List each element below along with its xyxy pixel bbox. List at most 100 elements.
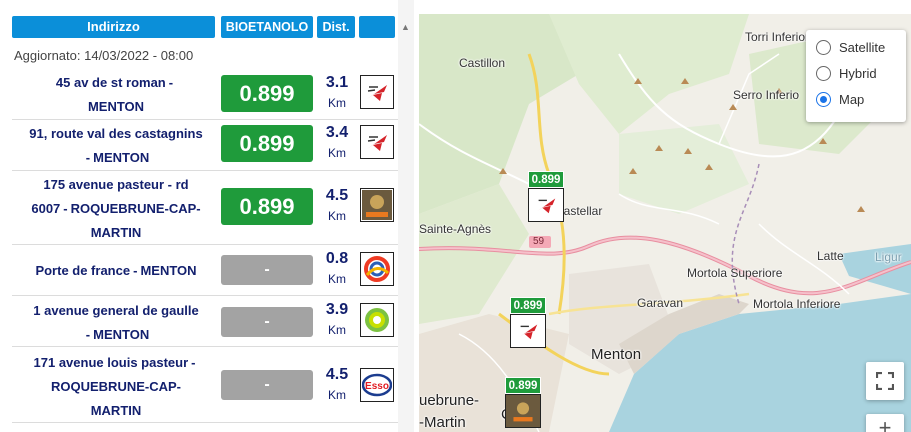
address-separator: - [191, 355, 196, 370]
address-column-header[interactable]: Indirizzo [12, 16, 215, 38]
price-badge: 0.899 [221, 75, 313, 112]
address-line: 91, route val des castagnins [29, 126, 203, 141]
distance: 4.5 Km [318, 365, 356, 405]
station-list: Indirizzo BIOETANOLO Dist. Aggiornato: 1… [0, 0, 398, 432]
map-label: Garavan [637, 296, 684, 310]
map-type-hybrid[interactable]: Hybrid [816, 66, 877, 81]
map-type-label: Satellite [839, 40, 886, 55]
fullscreen-icon [876, 372, 894, 390]
distance: 3.1 Km [318, 73, 356, 113]
address-line: 1 avenue general de gaulle [33, 303, 199, 318]
distance-value: 0.8 [325, 250, 349, 267]
map-type-selector: Satellite Hybrid Map [806, 30, 906, 122]
map-label: -Martin [419, 414, 466, 431]
station-row[interactable]: 45 av de st roman - MENTON 0.899 3.1 Km [12, 70, 398, 120]
distance-value: 4.5 [325, 366, 349, 383]
address-city: MENTON [93, 327, 150, 342]
red-flame-icon [528, 188, 564, 222]
last-updated-text: Aggiornato: 14/03/2022 - 08:00 [14, 48, 194, 63]
map-type-satellite[interactable]: Satellite [816, 40, 885, 55]
address-city: MENTON [140, 263, 197, 278]
price-badge: 0.899 [221, 188, 313, 225]
radio-button[interactable] [816, 40, 831, 55]
address-city: MENTON [87, 99, 145, 114]
address-line: 175 avenue pasteur - rd [43, 177, 189, 192]
map-label: Ligur [875, 250, 902, 264]
map-type-map[interactable]: Map [816, 92, 864, 107]
distance-value: 3.1 [325, 74, 349, 91]
distance-unit: Km [328, 323, 346, 337]
total-access-icon [505, 394, 541, 428]
price-badge: - [221, 370, 313, 400]
brand-column-header[interactable] [359, 16, 395, 38]
distance-column-header[interactable]: Dist. [317, 16, 355, 38]
address-city: ROQUEBRUNE-CAP- [51, 379, 181, 394]
address-line-2: 6007 [31, 201, 61, 216]
marker-price: 0.899 [505, 377, 541, 394]
distance-value: 3.4 [325, 124, 349, 141]
esso-icon: Esso [360, 368, 394, 402]
radio-button[interactable] [816, 66, 831, 81]
road-number: 59 [533, 236, 545, 247]
bp-icon [360, 303, 394, 337]
map-type-label: Hybrid [839, 66, 877, 81]
address-city-2: MARTIN [90, 403, 142, 418]
map-station-marker[interactable]: 0.899 [505, 377, 543, 428]
station-address: 91, route val des castagnins - MENTON [12, 122, 220, 170]
price-badge: 0.899 [221, 125, 313, 162]
marker-price: 0.899 [510, 297, 546, 314]
scroll-up-arrow-icon[interactable]: ▲ [401, 22, 410, 32]
station-address: Porte de france - MENTON [12, 259, 220, 283]
fuel-column-header[interactable]: BIOETANOLO [221, 16, 313, 38]
station-row[interactable]: Porte de france - MENTON - 0.8 Km [12, 246, 398, 296]
distance-value: 4.5 [325, 187, 349, 204]
red-flame-icon [360, 75, 394, 109]
distance: 0.8 Km [318, 249, 356, 289]
distance-unit: Km [328, 209, 346, 223]
address-separator: - [168, 75, 174, 90]
map-label: Mortola Superiore [687, 266, 783, 280]
address-separator: - [63, 201, 68, 216]
distance: 3.4 Km [318, 123, 356, 163]
map-station-marker[interactable]: 0.899 [528, 171, 566, 222]
totalenergies-icon [360, 252, 394, 286]
distance: 4.5 Km [318, 186, 356, 226]
map-label: uebrune- [419, 392, 480, 409]
station-row[interactable]: 175 avenue pasteur - rd 6007- ROQUEBRUNE-… [12, 172, 398, 245]
fullscreen-button[interactable] [866, 362, 904, 400]
distance: 3.9 Km [318, 300, 356, 340]
marker-price: 0.899 [528, 171, 564, 188]
station-row[interactable]: 91, route val des castagnins - MENTON 0.8… [12, 121, 398, 171]
address-line: 45 av de st roman [55, 75, 166, 90]
zoom-in-button[interactable]: + [866, 414, 904, 432]
station-address: 1 avenue general de gaulle - MENTON [12, 299, 220, 347]
address-city-2: MARTIN [90, 225, 142, 240]
map-label: Castillon [459, 56, 506, 70]
address-separator: - [85, 327, 91, 342]
distance-unit: Km [328, 96, 346, 110]
distance-unit: Km [328, 388, 346, 402]
address-separator: - [85, 150, 91, 165]
red-flame-icon [360, 125, 394, 159]
map-label: Serro Inferio [733, 88, 800, 102]
price-badge: - [221, 255, 313, 285]
map-label: Latte [817, 249, 844, 263]
address-city: MENTON [93, 150, 150, 165]
map-station-marker[interactable]: 0.899 [510, 297, 548, 348]
map-label: Mortola Inferiore [753, 297, 841, 311]
address-line: Porte de france [35, 263, 131, 278]
distance-unit: Km [328, 272, 346, 286]
map-label: Sainte-Agnès [419, 222, 492, 236]
address-line: 171 avenue louis pasteur [33, 355, 189, 370]
list-scrollbar[interactable] [398, 0, 414, 432]
station-address: 175 avenue pasteur - rd 6007- ROQUEBRUNE-… [12, 173, 220, 245]
station-row[interactable]: 1 avenue general de gaulle - MENTON - 3.9… [12, 297, 398, 347]
address-separator: - [133, 263, 138, 278]
station-row[interactable]: 171 avenue louis pasteur - ROQUEBRUNE-CAP… [12, 348, 398, 423]
red-flame-icon [510, 314, 546, 348]
radio-button-selected[interactable] [816, 92, 831, 107]
distance-unit: Km [328, 146, 346, 160]
price-badge: - [221, 307, 313, 337]
total-access-icon [360, 188, 394, 222]
station-address: 45 av de st roman - MENTON [12, 71, 220, 119]
